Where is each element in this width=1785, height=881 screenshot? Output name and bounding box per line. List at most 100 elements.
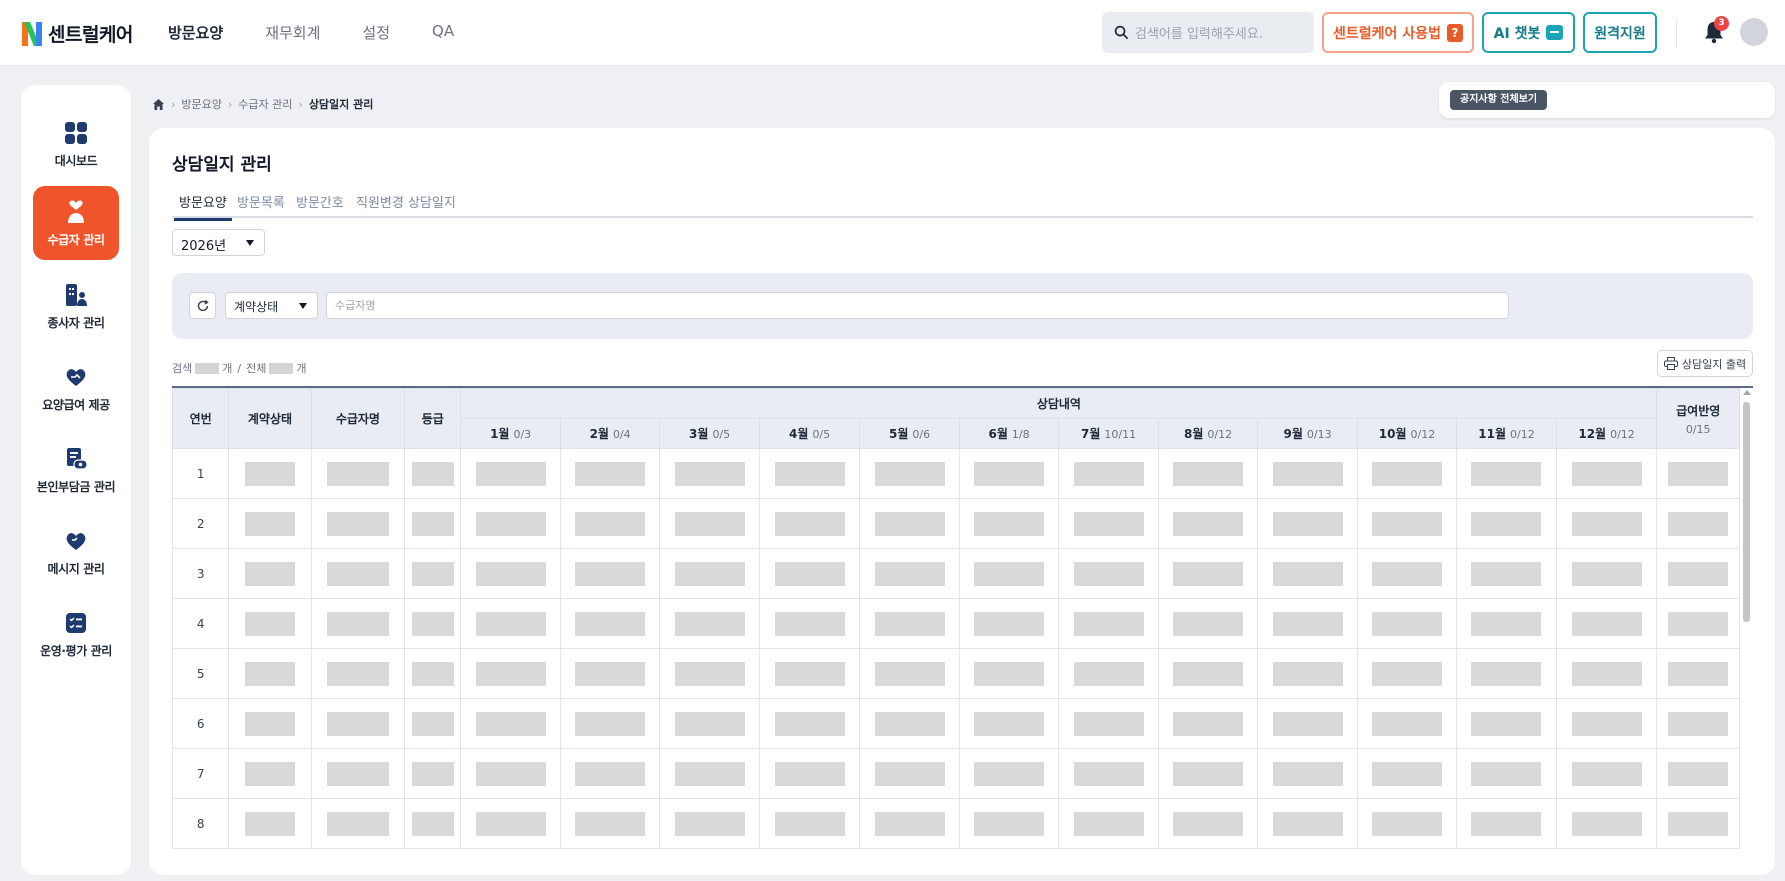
month-cell[interactable] [460,798,561,849]
month-cell[interactable] [1555,498,1658,549]
month-cell[interactable] [1555,548,1658,599]
reflect-cell[interactable] [1656,548,1740,599]
tab-staff-change-log[interactable]: 직원변경 상담일지 [356,192,456,211]
month-cell[interactable] [1058,598,1159,649]
month-cell[interactable] [758,698,861,749]
ai-chatbot-button[interactable]: AI 챗봇 [1482,12,1575,53]
month-cell[interactable] [1356,748,1458,799]
sidebar-item-messages[interactable]: 메시지 관리 [33,515,119,589]
search-input[interactable]: 검색어를 입력해주세요. [1102,12,1314,53]
month-cell[interactable] [659,648,760,699]
month-cell[interactable] [1157,448,1259,499]
table-row[interactable]: 4 [172,598,1740,649]
month-cell[interactable] [859,498,960,549]
month-cell[interactable] [559,798,661,849]
month-cell[interactable] [659,548,760,599]
tab-visit-list[interactable]: 방문목록 [237,192,285,211]
guide-button[interactable]: 센트럴케어 사용법 ? [1322,12,1474,53]
month-cell[interactable] [1058,748,1159,799]
nav-qa[interactable]: QA [432,22,454,43]
month-cell[interactable] [659,498,760,549]
table-row[interactable]: 2 [172,498,1740,549]
month-cell[interactable] [758,498,861,549]
month-cell[interactable] [1157,498,1259,549]
month-cell[interactable] [1456,748,1557,799]
sidebar-item-copayment[interactable]: 본인부담금 관리 [33,433,119,507]
month-cell[interactable] [1456,548,1557,599]
month-cell[interactable] [1058,648,1159,699]
table-row[interactable]: 5 [172,648,1740,699]
reflect-cell[interactable] [1656,798,1740,849]
contract-status-select[interactable]: 계약상태 [225,292,318,319]
month-cell[interactable] [1456,648,1557,699]
month-cell[interactable] [659,698,760,749]
month-cell[interactable] [1058,548,1159,599]
month-cell[interactable] [460,448,561,499]
nav-settings[interactable]: 설정 [362,22,390,43]
scroll-up-icon[interactable] [1743,390,1751,395]
month-cell[interactable] [1058,498,1159,549]
month-cell[interactable] [1058,448,1159,499]
month-cell[interactable] [1356,498,1458,549]
remote-support-button[interactable]: 원격지원 [1583,12,1657,53]
month-cell[interactable] [559,598,661,649]
month-cell[interactable] [559,548,661,599]
month-cell[interactable] [1257,598,1358,649]
month-cell[interactable] [758,648,861,699]
print-log-button[interactable]: 상담일지 출력 [1657,350,1753,377]
month-cell[interactable] [659,448,760,499]
month-cell[interactable] [859,598,960,649]
month-cell[interactable] [958,748,1060,799]
recipient-name-input[interactable] [326,292,1509,319]
month-cell[interactable] [958,448,1060,499]
breadcrumb-item[interactable]: 방문요양 [181,96,221,112]
month-cell[interactable] [1356,598,1458,649]
tab-visit-nursing[interactable]: 방문간호 [296,192,344,211]
month-cell[interactable] [559,698,661,749]
reflect-cell[interactable] [1656,748,1740,799]
month-cell[interactable] [659,798,760,849]
table-row[interactable]: 6 [172,698,1740,749]
month-cell[interactable] [859,748,960,799]
month-cell[interactable] [559,748,661,799]
month-cell[interactable] [460,598,561,649]
month-cell[interactable] [1157,648,1259,699]
month-cell[interactable] [559,498,661,549]
table-row[interactable]: 1 [172,448,1740,499]
month-cell[interactable] [1157,548,1259,599]
sidebar-item-recipients[interactable]: 수급자 관리 [33,186,119,260]
sidebar-item-staff[interactable]: 종사자 관리 [33,269,119,343]
reflect-cell[interactable] [1656,648,1740,699]
scrollbar[interactable] [1740,388,1753,875]
reflect-cell[interactable] [1656,448,1740,499]
tab-visit-care[interactable]: 방문요양 [174,192,232,221]
logo[interactable]: 센트럴케어 [22,20,133,47]
reflect-cell[interactable] [1656,598,1740,649]
month-cell[interactable] [1157,798,1259,849]
month-cell[interactable] [460,498,561,549]
month-cell[interactable] [460,548,561,599]
month-cell[interactable] [1257,548,1358,599]
month-cell[interactable] [1456,498,1557,549]
year-select[interactable]: 2026년 [172,229,265,256]
month-cell[interactable] [1456,698,1557,749]
home-icon[interactable] [152,98,165,111]
month-cell[interactable] [1257,798,1358,849]
month-cell[interactable] [958,548,1060,599]
month-cell[interactable] [859,798,960,849]
month-cell[interactable] [1257,698,1358,749]
month-cell[interactable] [460,698,561,749]
month-cell[interactable] [559,448,661,499]
month-cell[interactable] [559,648,661,699]
month-cell[interactable] [859,448,960,499]
month-cell[interactable] [758,748,861,799]
month-cell[interactable] [1356,448,1458,499]
table-row[interactable]: 3 [172,548,1740,599]
month-cell[interactable] [859,698,960,749]
month-cell[interactable] [1456,598,1557,649]
month-cell[interactable] [1555,698,1658,749]
month-cell[interactable] [1356,548,1458,599]
month-cell[interactable] [758,798,861,849]
sidebar-item-dashboard[interactable]: 대시보드 [33,107,119,181]
month-cell[interactable] [1257,448,1358,499]
